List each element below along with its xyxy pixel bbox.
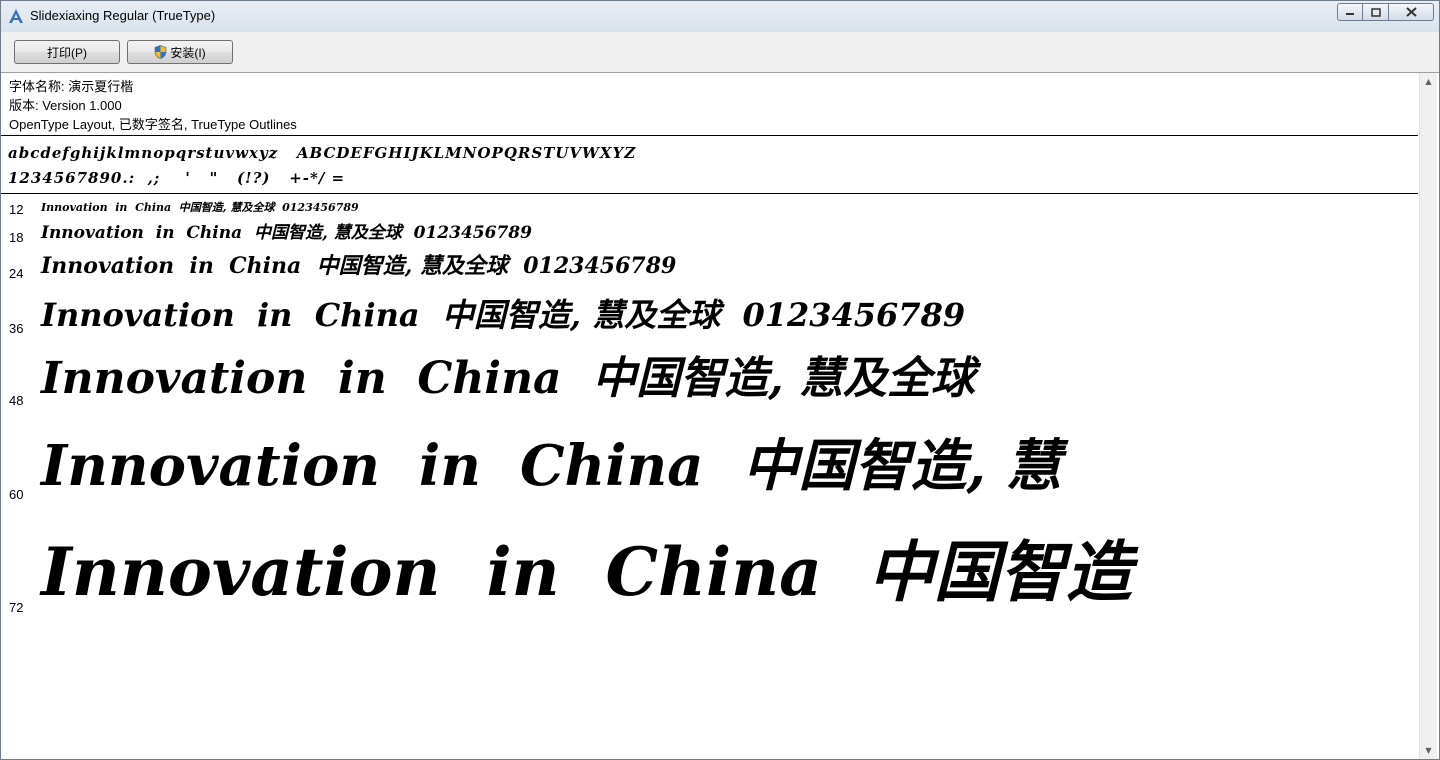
sample-text: Innovation in China 中国智造, 慧及全球 012345678… [41, 201, 359, 214]
font-viewer-window: Slidexiaxing Regular (TrueType) 打印(P) 安装… [0, 0, 1440, 760]
shield-icon [155, 45, 167, 59]
print-button[interactable]: 打印(P) [14, 40, 120, 64]
sample-text: Innovation in China 中国智造 [41, 533, 1132, 611]
size-label: 48 [9, 393, 24, 408]
sample-text: Innovation in China 中国智造, 慧及全球 012345678… [41, 223, 532, 243]
font-viewer-icon [9, 9, 23, 23]
charset-digits-symbols: 1234567890.: ,; ' " (!?) +-*/ = [8, 169, 346, 187]
divider-top [1, 135, 1418, 136]
close-icon [1405, 7, 1417, 17]
sample-text: Innovation in China 中国智造, 慧及全球 [41, 353, 975, 404]
maximize-icon [1370, 7, 1381, 17]
size-label: 12 [9, 202, 24, 217]
toolbar: 打印(P) 安装(I) [1, 32, 1439, 73]
font-preview-area: 字体名称: 演示夏行楷 版本: Version 1.000 OpenType L… [1, 73, 1418, 759]
font-features-info: OpenType Layout, 已数字签名, TrueType Outline… [9, 117, 297, 132]
font-version-info: 版本: Version 1.000 [9, 98, 122, 113]
maximize-button[interactable] [1363, 3, 1389, 21]
sample-text: Innovation in China 中国智造, 慧及全球 012345678… [41, 296, 966, 334]
size-label: 18 [9, 230, 24, 245]
install-button-label: 安装(I) [170, 45, 206, 60]
sample-text: Innovation in China 中国智造, 慧 [41, 433, 1062, 499]
sample-text: Innovation in China 中国智造, 慧及全球 012345678… [41, 253, 677, 279]
size-label: 36 [9, 321, 24, 336]
install-button[interactable]: 安装(I) [127, 40, 233, 64]
size-label: 72 [9, 600, 24, 615]
size-label: 60 [9, 487, 24, 502]
vertical-scrollbar[interactable]: ▲ ▼ [1419, 73, 1437, 759]
divider-bottom [1, 193, 1418, 194]
scroll-up-arrow-icon[interactable]: ▲ [1420, 73, 1437, 90]
caption-buttons [1337, 3, 1434, 21]
title-bar[interactable]: Slidexiaxing Regular (TrueType) [1, 1, 1439, 32]
close-button[interactable] [1389, 3, 1434, 21]
charset-letters: abcdefghijklmnopqrstuvwxyz ABCDEFGHIJKLM… [8, 144, 637, 162]
font-name-info: 字体名称: 演示夏行楷 [9, 79, 134, 94]
size-label: 24 [9, 266, 24, 281]
window-title: Slidexiaxing Regular (TrueType) [30, 8, 216, 23]
minimize-icon [1346, 13, 1354, 15]
scroll-down-arrow-icon[interactable]: ▼ [1420, 742, 1437, 759]
print-button-label: 打印(P) [47, 45, 87, 60]
minimize-button[interactable] [1337, 3, 1363, 21]
